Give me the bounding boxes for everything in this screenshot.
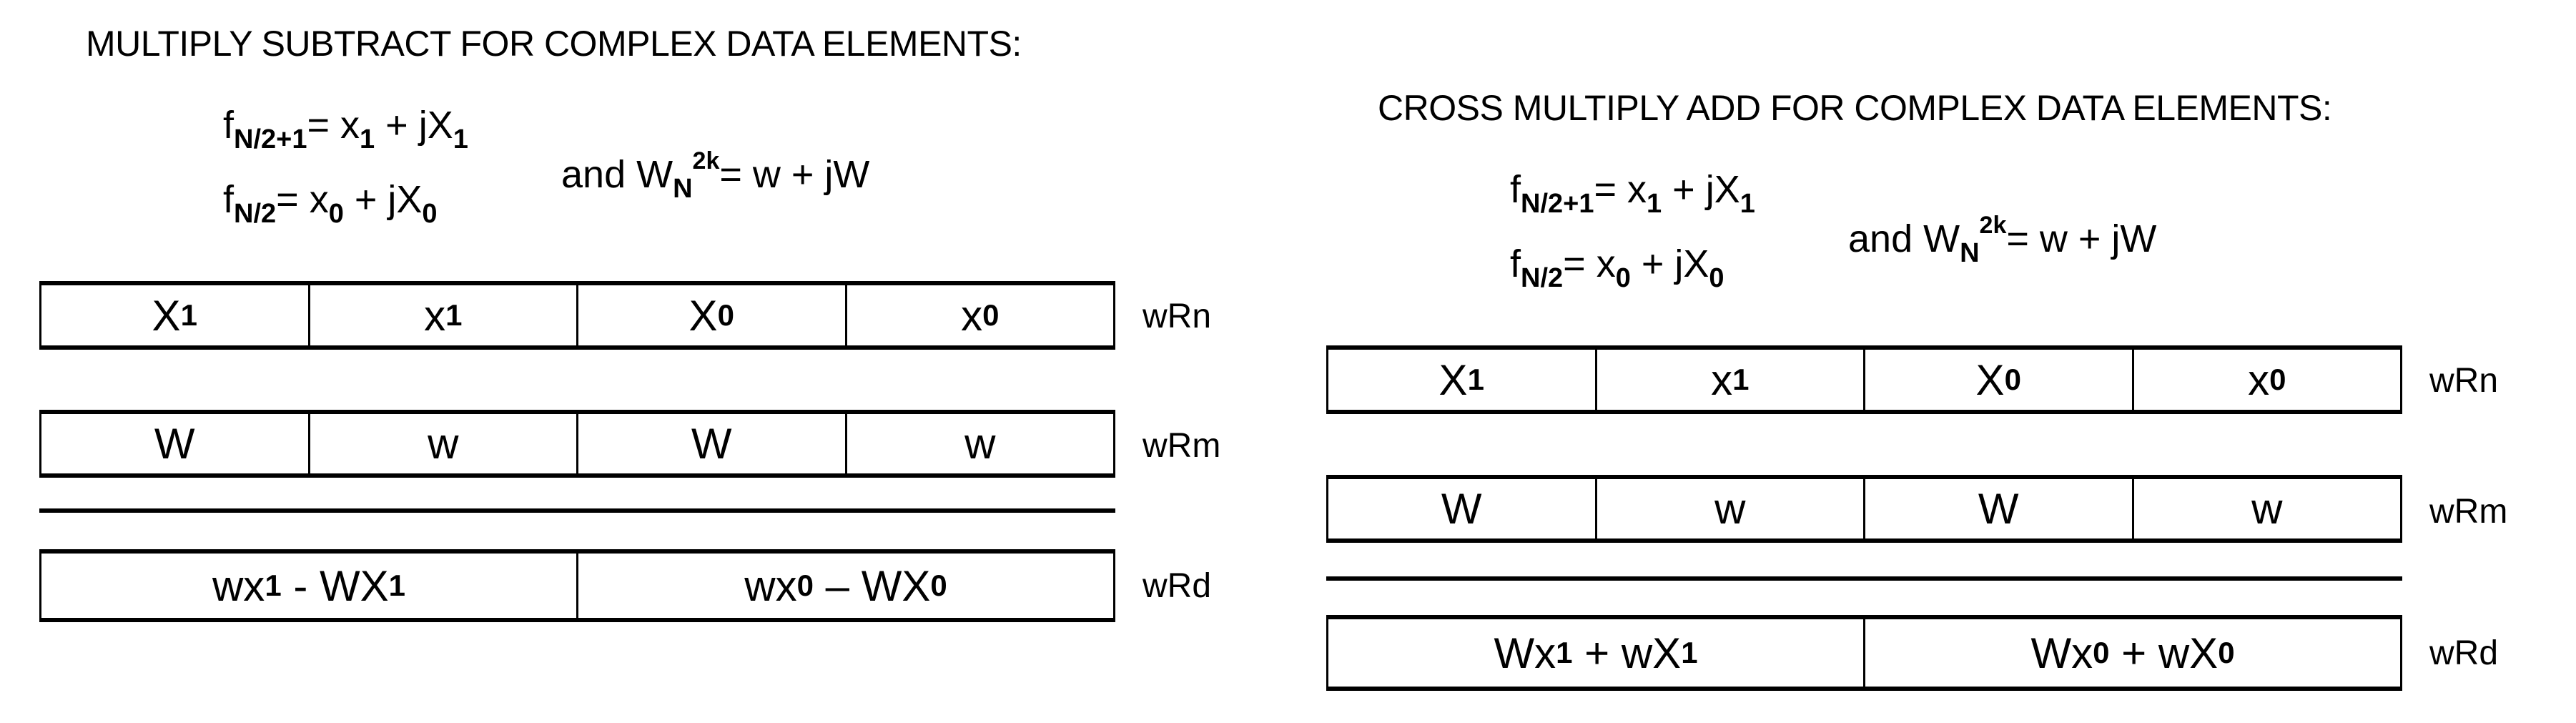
panel-title: MULTIPLY SUBTRACT FOR COMPLEX DATA ELEME… bbox=[86, 24, 1022, 64]
register-cell: w bbox=[1594, 479, 1864, 538]
register-label: wRd bbox=[1143, 567, 1212, 605]
result-cell: wx 1 - WX 1 bbox=[212, 561, 406, 610]
result-cell: Wx 1 + wX 1 bbox=[1494, 629, 1698, 677]
formula-line-2: fN/2= x0 + jX0 bbox=[1510, 242, 1724, 293]
register-cell: X0 bbox=[576, 285, 845, 345]
panel-title: CROSS MULTIPLY ADD FOR COMPLEX DATA ELEM… bbox=[1378, 88, 2332, 128]
twiddle-formula: and WN2k= w + jW bbox=[1848, 212, 2157, 268]
register-wRn: X1 x1 X0 x0 bbox=[1326, 345, 2402, 414]
register-cell: w bbox=[844, 414, 1114, 473]
register-cell: x0 bbox=[844, 285, 1114, 345]
result-cell: wx 0 – WX 0 bbox=[576, 554, 1113, 618]
register-wRm: W w W w bbox=[39, 410, 1115, 478]
register-cell: x1 bbox=[1594, 350, 1864, 410]
formula-line-2: fN/2= x0 + jX0 bbox=[223, 178, 438, 229]
register-cell: W bbox=[576, 414, 845, 473]
register-cell: w bbox=[2131, 479, 2401, 538]
register-label: wRm bbox=[1143, 427, 1221, 465]
separator-line bbox=[1326, 576, 2402, 581]
formula-line-1: fN/2+1= x1 + jX1 bbox=[1510, 168, 1755, 219]
separator-line bbox=[39, 508, 1115, 513]
register-cell: x1 bbox=[307, 285, 577, 345]
register-cell: W bbox=[1441, 485, 1482, 533]
formula-line-1: fN/2+1= x1 + jX1 bbox=[223, 104, 468, 154]
register-cell: w bbox=[307, 414, 577, 473]
register-cell: x0 bbox=[2131, 350, 2401, 410]
register-label: wRd bbox=[2429, 634, 2499, 672]
register-cell: X1 bbox=[152, 291, 197, 340]
register-cell: X0 bbox=[1863, 350, 2132, 410]
register-cell: W bbox=[1863, 479, 2132, 538]
register-label: wRn bbox=[1143, 297, 1212, 335]
register-label: wRm bbox=[2429, 493, 2508, 531]
register-wRm: W w W w bbox=[1326, 475, 2402, 543]
register-cell: X1 bbox=[1438, 355, 1484, 404]
twiddle-formula: and WN2k= w + jW bbox=[561, 147, 870, 204]
register-cell: W bbox=[154, 420, 195, 468]
register-wRd: Wx 1 + wX 1 Wx 0 + wX 0 bbox=[1326, 615, 2402, 691]
result-cell: Wx 0 + wX 0 bbox=[1863, 619, 2400, 687]
register-label: wRn bbox=[2429, 362, 2499, 400]
register-wRd: wx 1 - WX 1 wx 0 – WX 0 bbox=[39, 549, 1115, 622]
register-wRn: X1 x1 X0 x0 bbox=[39, 281, 1115, 350]
